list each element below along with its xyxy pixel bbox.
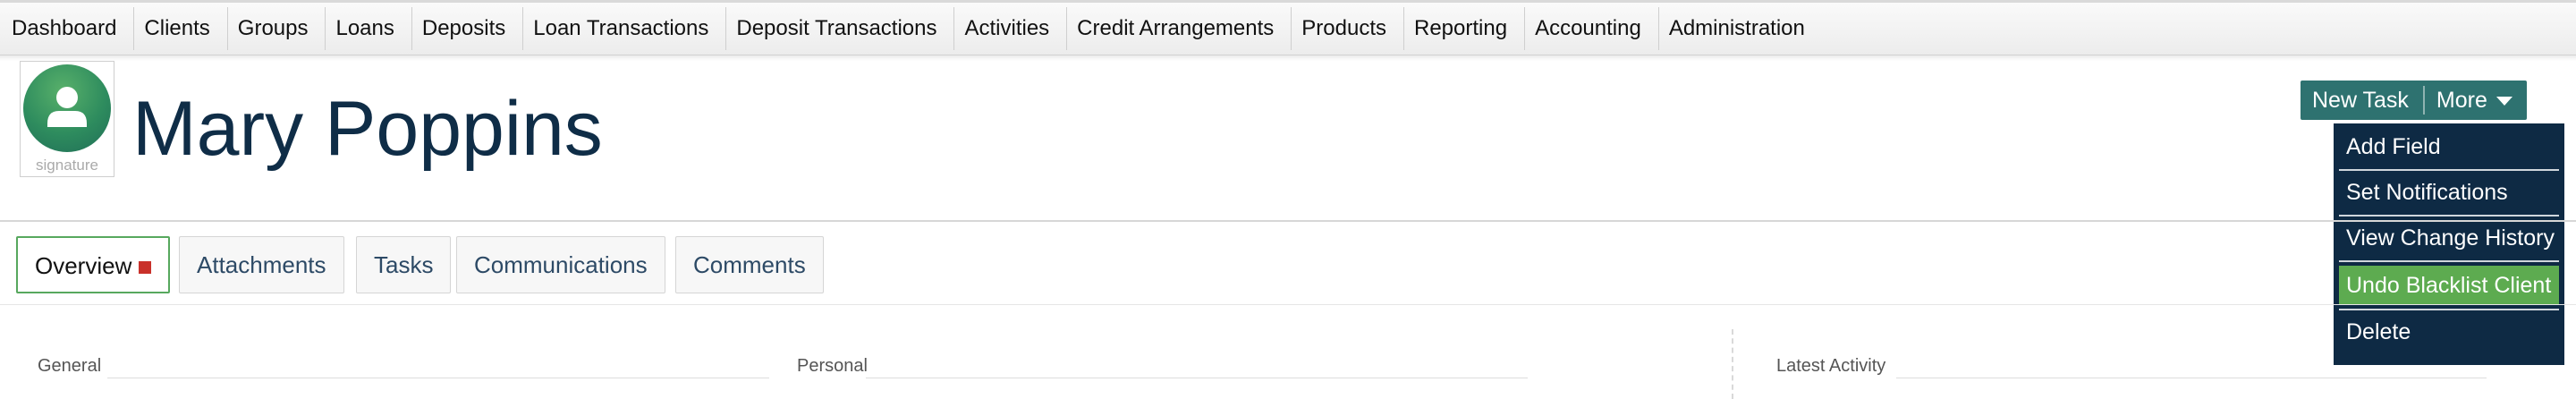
section-general-title: General: [38, 356, 102, 376]
tab-comments[interactable]: Comments: [675, 236, 824, 293]
nav-loans[interactable]: Loans: [326, 7, 412, 50]
more-button[interactable]: More: [2425, 81, 2527, 120]
nav-clients[interactable]: Clients: [134, 7, 228, 50]
tab-communications[interactable]: Communications: [456, 236, 665, 293]
menu-item-set-notifications[interactable]: Set Notifications: [2339, 171, 2559, 216]
action-button-group: New Task More: [2301, 81, 2527, 120]
nav-dashboard[interactable]: Dashboard: [2, 7, 135, 50]
section-latest-activity-title: Latest Activity: [1776, 356, 1886, 376]
menu-item-delete[interactable]: Delete: [2339, 310, 2559, 356]
nav-shadow: [0, 55, 2576, 61]
nav-deposits[interactable]: Deposits: [412, 7, 524, 50]
new-task-button[interactable]: New Task: [2301, 81, 2423, 120]
tab-attachments[interactable]: Attachments: [179, 236, 344, 293]
page-title: Mary Poppins: [132, 86, 603, 172]
menu-item-add-field[interactable]: Add Field: [2339, 125, 2559, 171]
nav-reporting[interactable]: Reporting: [1404, 7, 1526, 50]
nav-credit-arrangements[interactable]: Credit Arrangements: [1067, 7, 1292, 50]
menu-item-undo-blacklist-client[interactable]: Undo Blacklist Client: [2339, 266, 2559, 305]
tab-overview-label: Overview: [35, 252, 132, 279]
more-dropdown-menu: Add Field Set Notifications View Change …: [2334, 123, 2564, 365]
column-divider: [1732, 329, 1733, 399]
avatar[interactable]: signature: [20, 61, 114, 177]
nav-groups[interactable]: Groups: [228, 7, 326, 50]
header-divider: [0, 220, 2576, 222]
menu-item-view-change-history[interactable]: View Change History: [2339, 216, 2559, 262]
tab-overview[interactable]: Overview: [16, 236, 171, 293]
section-personal-title: Personal: [797, 356, 868, 376]
tab-tasks[interactable]: Tasks: [356, 236, 452, 293]
nav-deposit-transactions[interactable]: Deposit Transactions: [726, 7, 955, 50]
nav-loan-transactions[interactable]: Loan Transactions: [523, 7, 727, 50]
more-button-label: More: [2436, 88, 2487, 113]
nav-administration[interactable]: Administration: [1659, 7, 1822, 50]
avatar-caption: signature: [36, 157, 98, 174]
changed-marker-icon: [139, 261, 152, 275]
nav-activities[interactable]: Activities: [954, 7, 1068, 50]
caret-down-icon: [2496, 97, 2512, 106]
tabs-divider: [0, 304, 2576, 305]
user-icon: [23, 64, 111, 152]
main-navigation: Dashboard Clients Groups Loans Deposits …: [0, 0, 2576, 55]
nav-accounting[interactable]: Accounting: [1525, 7, 1659, 50]
nav-products[interactable]: Products: [1292, 7, 1404, 50]
